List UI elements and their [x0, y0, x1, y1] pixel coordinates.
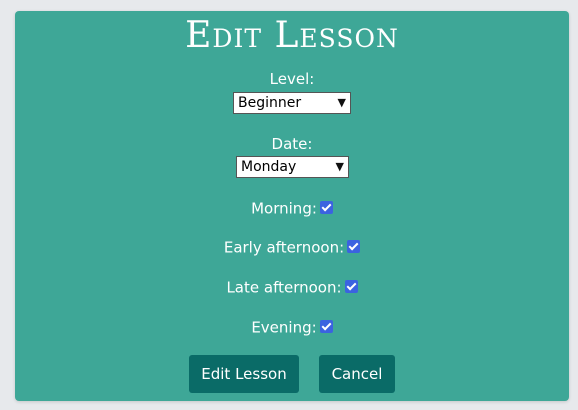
morning-checkbox[interactable]	[319, 201, 333, 214]
evening-checkbox[interactable]	[319, 320, 333, 333]
late-afternoon-row: Late afternoon:	[15, 278, 569, 297]
level-label: Level:	[269, 70, 315, 88]
early-afternoon-checkbox[interactable]	[347, 240, 361, 253]
edit-lesson-card: Edit Lesson Level: Beginner ▼ Date: Mond…	[15, 11, 569, 401]
date-select[interactable]: Monday ▼	[236, 156, 349, 178]
cancel-button[interactable]: Cancel	[319, 355, 395, 393]
late-afternoon-checkbox[interactable]	[344, 280, 358, 293]
level-select[interactable]: Beginner ▼	[233, 92, 351, 114]
evening-row: Evening:	[15, 318, 569, 337]
chevron-down-icon: ▼	[335, 160, 344, 173]
date-label: Date:	[271, 135, 313, 153]
early-afternoon-row: Early afternoon:	[15, 238, 569, 257]
early-afternoon-label: Early afternoon:	[223, 238, 345, 257]
date-select-value: Monday	[241, 159, 297, 175]
level-select-value: Beginner	[238, 95, 302, 111]
morning-label: Morning:	[251, 199, 317, 218]
form-title: Edit Lesson	[185, 15, 399, 56]
chevron-down-icon: ▼	[337, 96, 346, 109]
evening-label: Evening:	[251, 318, 317, 337]
late-afternoon-label: Late afternoon:	[226, 278, 342, 297]
morning-row: Morning:	[15, 199, 569, 218]
edit-lesson-button[interactable]: Edit Lesson	[189, 355, 299, 393]
